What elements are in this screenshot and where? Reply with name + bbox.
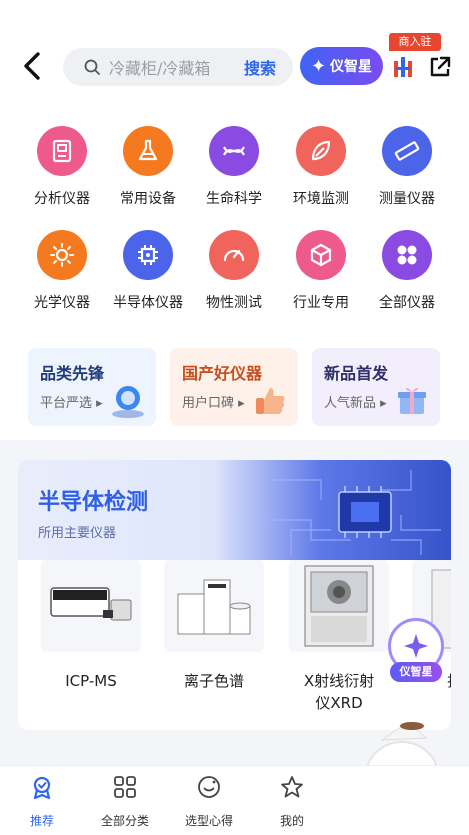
product-image xyxy=(289,560,389,652)
category-measurement[interactable]: 测量仪器 xyxy=(362,120,452,210)
category-label: 半导体仪器 xyxy=(113,295,183,311)
tab-selection-tips[interactable]: 选型心得 xyxy=(169,774,249,829)
promo-subtitle: 用户口碑 xyxy=(182,396,235,411)
circuit-board-icon xyxy=(261,470,441,555)
section-title: 半导体检测 xyxy=(38,490,149,515)
cube-icon xyxy=(296,230,346,280)
ai-assistant-button[interactable]: ✦ 仪智星 xyxy=(300,47,383,85)
search-bar[interactable]: 冷藏柜/冷藏箱 搜索 xyxy=(63,48,293,86)
category-label: 行业专用 xyxy=(293,295,349,311)
product-image xyxy=(164,560,264,652)
sun-icon xyxy=(37,230,87,280)
promo-new-arrivals[interactable]: 新品首发 人气新品 ▸ xyxy=(312,348,440,426)
ai-assistant-float-button[interactable]: 仪智星 xyxy=(386,618,446,684)
tab-label: 推荐 xyxy=(29,814,54,828)
category-label: 物性测试 xyxy=(206,295,262,311)
analyzer-icon xyxy=(37,126,87,176)
flask-icon xyxy=(123,126,173,176)
category-optical[interactable]: 光学仪器 xyxy=(17,224,107,314)
merchant-join-badge[interactable]: 商入驻 xyxy=(389,33,441,51)
category-semiconductor[interactable]: 半导体仪器 xyxy=(103,224,193,314)
tab-mine[interactable]: 我的 xyxy=(252,774,332,829)
gift-icon xyxy=(398,387,426,414)
back-arrow-icon[interactable] xyxy=(18,48,48,84)
tab-label: 全部分类 xyxy=(100,814,149,828)
product-name: ICP-MS xyxy=(65,672,117,690)
category-life-science[interactable]: 生命科学 xyxy=(189,120,279,210)
promo-category-pioneer[interactable]: 品类先锋 平台严选 ▸ xyxy=(28,348,156,426)
category-industry[interactable]: 行业专用 xyxy=(276,224,366,314)
promo-subtitle: 人气新品 xyxy=(324,396,377,411)
search-icon xyxy=(84,59,100,75)
category-label: 环境监测 xyxy=(293,191,349,207)
grid-icon xyxy=(382,230,432,280)
category-label: 生命科学 xyxy=(206,191,262,207)
merchant-icon[interactable] xyxy=(392,55,418,79)
semiconductor-section: 半导体检测 所用主要仪器 ICP-MS 离子色谱 X射线衍射仪XRD 扫描S xyxy=(18,460,451,730)
ai-float-label: 仪智星 xyxy=(390,662,442,682)
tab-label: 选型心得 xyxy=(184,814,233,828)
categories-icon xyxy=(114,776,136,798)
chip-icon xyxy=(123,230,173,280)
category-label: 全部仪器 xyxy=(379,295,435,311)
star-icon xyxy=(281,776,303,798)
promo-domestic-instruments[interactable]: 国产好仪器 用户口碑 ▸ xyxy=(170,348,298,426)
dna-icon xyxy=(209,126,259,176)
section-subtitle: 所用主要仪器 xyxy=(38,526,117,541)
tab-label: 我的 xyxy=(279,814,304,828)
category-common-equipment[interactable]: 常用设备 xyxy=(103,120,193,210)
trophy-icon xyxy=(112,386,144,418)
category-environment[interactable]: 环境监测 xyxy=(276,120,366,210)
product-name: X射线衍射 xyxy=(303,672,375,690)
ai-assistant-label: 仪智星 xyxy=(330,59,373,75)
category-grid: 分析仪器 常用设备 生命科学 环境监测 测量仪器 光学仪器 半导体仪器 物性测试… xyxy=(0,120,469,330)
gauge-icon xyxy=(209,230,259,280)
search-placeholder[interactable]: 冷藏柜/冷藏箱 xyxy=(109,55,234,79)
category-physical-testing[interactable]: 物性测试 xyxy=(189,224,279,314)
category-label: 分析仪器 xyxy=(34,191,90,207)
category-label: 光学仪器 xyxy=(34,295,90,311)
promo-cards: 品类先锋 平台严选 ▸ 国产好仪器 用户口碑 ▸ 新品首发 人气新品 ▸ xyxy=(0,330,469,440)
product-name: 扫描 xyxy=(447,672,451,690)
sparkle-icon: ✦ xyxy=(310,55,327,77)
thumbs-up-icon xyxy=(256,388,285,414)
share-icon[interactable] xyxy=(428,55,452,79)
category-label: 测量仪器 xyxy=(379,191,435,207)
product-name: 离子色谱 xyxy=(183,672,244,690)
ruler-icon xyxy=(382,126,432,176)
category-analysis[interactable]: 分析仪器 xyxy=(17,120,107,210)
product-image xyxy=(41,560,141,652)
product-card[interactable]: ICP-MS xyxy=(36,560,146,720)
category-label: 常用设备 xyxy=(120,191,176,207)
tab-recommend[interactable]: 推荐 xyxy=(2,774,82,829)
product-card[interactable]: X射线衍射 仪XRD xyxy=(284,560,394,720)
leaf-icon xyxy=(296,126,346,176)
chat-icon xyxy=(198,776,220,798)
category-all[interactable]: 全部仪器 xyxy=(362,224,452,314)
promo-subtitle: 平台严选 xyxy=(40,396,93,411)
recommend-icon xyxy=(33,776,51,800)
search-button[interactable]: 搜索 xyxy=(244,55,276,79)
bottom-tab-bar: 推荐 全部分类 选型心得 我的 xyxy=(0,765,469,835)
top-header: 冷藏柜/冷藏箱 搜索 ✦ 仪智星 商入驻 xyxy=(0,0,469,120)
tab-all-categories[interactable]: 全部分类 xyxy=(85,774,165,829)
product-card[interactable]: 离子色谱 xyxy=(159,560,269,720)
